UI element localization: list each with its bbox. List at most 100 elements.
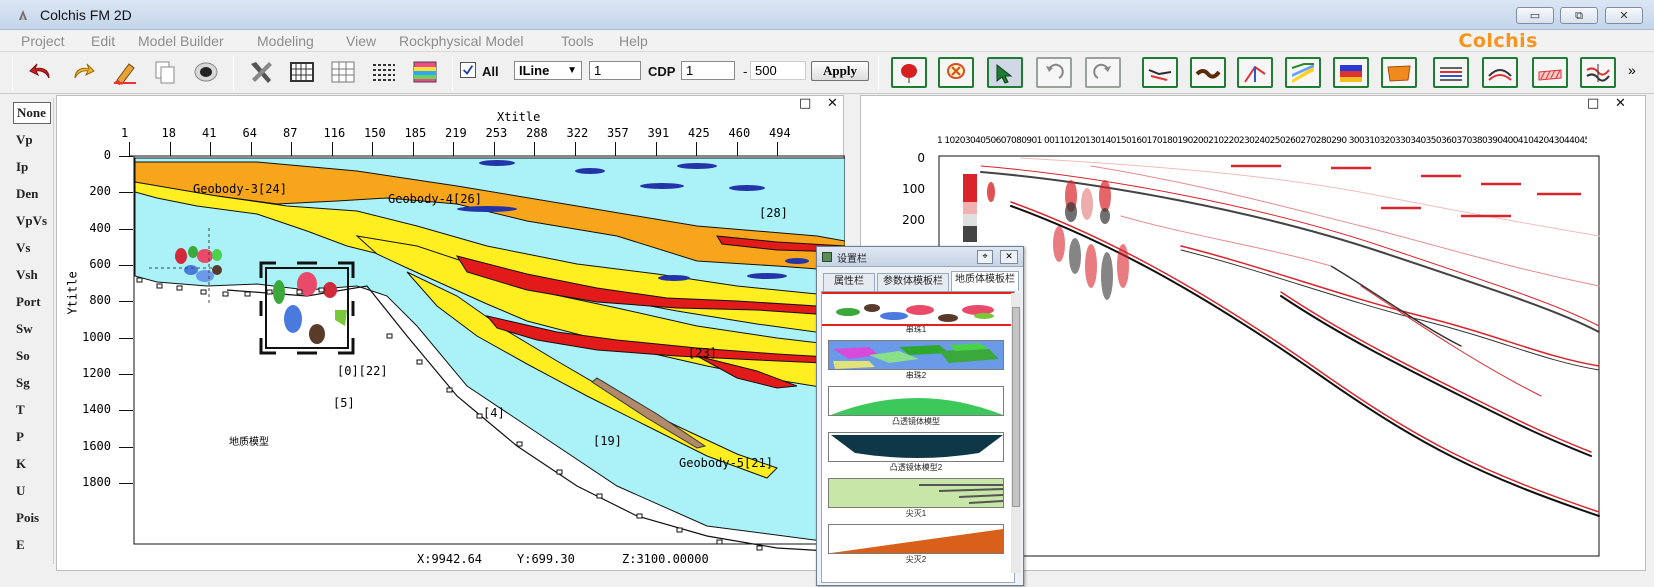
- property-sg[interactable]: Sg: [16, 375, 30, 391]
- geobody-template-list: 串珠1 串珠2 凸透镜体模型 凸透镜体模型2 尖灭1 尖灭2: [821, 291, 1015, 583]
- tab-attributes[interactable]: 属性栏: [823, 273, 875, 291]
- striped-layers-icon[interactable]: [1285, 57, 1321, 88]
- label-5: [5]: [333, 396, 355, 410]
- property-pois[interactable]: Pois: [16, 510, 39, 526]
- template-tile[interactable]: 凸透镜体模型: [828, 386, 1004, 428]
- dialog-icon: [822, 252, 832, 262]
- brand-logo: Colchis: [1458, 30, 1538, 52]
- dome-lines-icon[interactable]: [1482, 57, 1518, 88]
- property-vp[interactable]: Vp: [16, 132, 33, 148]
- y-tick-mark: [119, 265, 133, 266]
- menu-tools[interactable]: Tools: [561, 33, 594, 49]
- cross-balloon-icon[interactable]: [938, 57, 974, 88]
- color-map-icon[interactable]: [410, 57, 440, 87]
- all-checkbox[interactable]: [460, 62, 476, 78]
- property-p[interactable]: P: [16, 429, 24, 445]
- selection-highlight: [822, 292, 1014, 326]
- dots-grid-icon[interactable]: [369, 57, 399, 87]
- menu-help[interactable]: Help: [619, 33, 648, 49]
- label-geobody-4: Geobody-4[26]: [388, 192, 482, 206]
- pointer-icon[interactable]: [987, 57, 1023, 88]
- template-tile[interactable]: 尖灭1: [828, 478, 1004, 520]
- menu-project[interactable]: Project: [21, 33, 65, 49]
- property-k[interactable]: K: [16, 456, 26, 472]
- template-caption: 凸透镜体模型2: [889, 463, 943, 472]
- colored-layers-icon[interactable]: [1333, 57, 1369, 88]
- tools-icon[interactable]: [246, 57, 276, 87]
- property-u[interactable]: U: [16, 483, 25, 499]
- property-den[interactable]: Den: [16, 186, 38, 202]
- menu-rockphysical-model[interactable]: Rockphysical Model: [399, 33, 524, 49]
- fold-icon[interactable]: [1237, 57, 1273, 88]
- geology-model-canvas[interactable]: [57, 96, 845, 572]
- tab-geobody-templates[interactable]: 地质体模板栏: [951, 271, 1019, 291]
- hatched-layer-icon[interactable]: [1532, 57, 1568, 88]
- property-vsh[interactable]: Vsh: [16, 267, 38, 283]
- orange-layer-icon[interactable]: [1381, 57, 1417, 88]
- x-tick-mark: [696, 142, 697, 156]
- property-ip[interactable]: Ip: [16, 159, 28, 175]
- seismic-lines-icon[interactable]: [1433, 57, 1469, 88]
- cdp-to-input[interactable]: 500: [750, 61, 806, 80]
- template-caption: 尖灭2: [905, 555, 927, 564]
- y-axis-title: Ytitle: [65, 271, 80, 315]
- property-so[interactable]: So: [16, 348, 30, 364]
- erase-icon[interactable]: [110, 57, 140, 87]
- template-caption: 串珠2: [905, 371, 927, 380]
- scrollbar-thumb[interactable]: [1012, 307, 1020, 507]
- dialog-scrollbar[interactable]: [1011, 293, 1021, 573]
- grid-table-icon[interactable]: [287, 57, 317, 87]
- close-button[interactable]: ✕: [1605, 7, 1643, 24]
- line-type-select[interactable]: ILine ▼: [514, 61, 582, 80]
- cursor-z: Z:3100.00000: [622, 552, 709, 566]
- dialog-pin-icon[interactable]: ⌖: [977, 250, 993, 264]
- property-vs[interactable]: Vs: [16, 240, 30, 256]
- layer-fault-icon[interactable]: [1142, 57, 1178, 88]
- x-tick-mark: [534, 142, 535, 156]
- label-4: [4]: [483, 406, 505, 420]
- x-tick-label: 391: [647, 126, 670, 140]
- copy-icon[interactable]: [150, 57, 180, 87]
- property-t[interactable]: T: [16, 402, 25, 418]
- rotate-left-icon[interactable]: [1036, 57, 1072, 88]
- menu-modeling[interactable]: Modeling: [257, 33, 314, 49]
- cursor-y: Y:699.30: [517, 552, 575, 566]
- red-balloon-icon[interactable]: [891, 57, 927, 88]
- property-none[interactable]: None: [13, 102, 51, 124]
- title-bar: Colchis FM 2D ▭ ⧉ ✕: [0, 0, 1654, 30]
- menu-view[interactable]: View: [346, 33, 376, 49]
- x-tick-mark: [736, 142, 738, 156]
- layer-wave-icon[interactable]: [1190, 57, 1226, 88]
- apply-button[interactable]: Apply: [811, 61, 869, 81]
- dialog-close-button[interactable]: ✕: [1000, 250, 1018, 264]
- template-tile[interactable]: 串珠2: [828, 340, 1004, 382]
- trace-lines-icon[interactable]: [1580, 57, 1616, 88]
- menu-edit[interactable]: Edit: [91, 33, 115, 49]
- y-tick-label: 600: [89, 257, 111, 271]
- dialog-title-bar[interactable]: 设置栏 ⌖ ✕: [817, 247, 1023, 267]
- undo-icon[interactable]: [26, 57, 56, 87]
- property-vpvs[interactable]: VpVs: [16, 213, 47, 229]
- grid-icon[interactable]: [328, 57, 358, 87]
- property-port[interactable]: Port: [16, 294, 41, 310]
- line-number-input[interactable]: 1: [589, 61, 641, 80]
- cdp-from-input[interactable]: 1: [681, 61, 735, 80]
- template-image: [828, 386, 1004, 416]
- x-tick-mark: [574, 142, 576, 156]
- property-e[interactable]: E: [16, 537, 25, 553]
- minimize-button[interactable]: ▭: [1516, 7, 1554, 24]
- settings-dialog: 设置栏 ⌖ ✕ 属性栏 参数体模板栏 地质体模板栏 串珠1 串珠2 凸透镜体模型…: [816, 246, 1024, 586]
- x-tick-label: 219: [445, 126, 467, 140]
- redo-icon[interactable]: [68, 57, 98, 87]
- property-sw[interactable]: Sw: [16, 321, 33, 337]
- menu-model-builder[interactable]: Model Builder: [138, 33, 224, 49]
- template-tile[interactable]: 尖灭2: [828, 524, 1004, 566]
- tab-parameter-templates[interactable]: 参数体模板栏: [877, 273, 949, 291]
- x-tick-label: 460: [728, 126, 751, 140]
- toolbar-overflow-icon[interactable]: »: [1628, 62, 1636, 78]
- y-tick-mark: [119, 337, 133, 339]
- maximize-button[interactable]: ⧉: [1560, 7, 1598, 24]
- template-tile[interactable]: 凸透镜体模型2: [828, 432, 1004, 474]
- record-icon[interactable]: [191, 57, 221, 87]
- rotate-right-icon[interactable]: [1085, 57, 1121, 88]
